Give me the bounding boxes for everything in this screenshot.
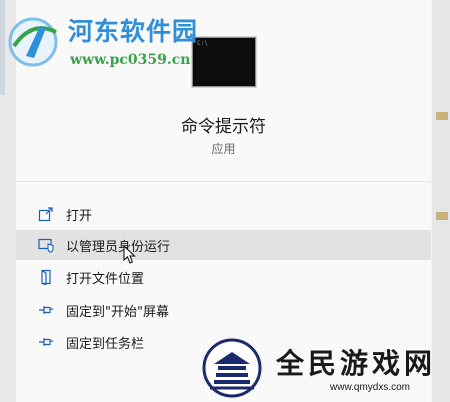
app-title: 命令提示符 xyxy=(181,117,266,137)
pin-icon xyxy=(36,300,56,320)
open-icon xyxy=(36,204,56,224)
watermark-url: www.pc0359.cn xyxy=(70,52,191,68)
watermark-bottom: 全民游戏网 www.qmydxs.com xyxy=(198,334,450,402)
divider xyxy=(16,181,431,182)
menu-item-open-file-location[interactable]: 打开文件位置 xyxy=(16,262,431,292)
background-window-bar xyxy=(0,0,5,95)
menu-item-run-as-admin[interactable]: 以管理员身份运行 xyxy=(16,230,431,260)
watermark-url: www.qmydxs.com xyxy=(330,382,411,393)
run-as-admin-icon xyxy=(36,235,56,255)
menu-item-pin-to-start[interactable]: 固定到"开始"屏幕 xyxy=(16,295,431,325)
file-location-icon xyxy=(36,267,56,287)
site-logo-icon xyxy=(202,338,262,398)
watermark-top: 河东软件园 www.pc0359.cn xyxy=(6,10,216,70)
background-thumbnail xyxy=(436,212,448,220)
menu-item-label: 固定到"开始"屏幕 xyxy=(66,304,169,320)
menu-item-label: 以管理员身份运行 xyxy=(66,239,171,255)
menu-item-open[interactable]: 打开 xyxy=(16,199,431,229)
background-thumbnail xyxy=(436,112,448,120)
app-type: 应用 xyxy=(211,142,236,156)
menu-item-label: 打开文件位置 xyxy=(66,271,145,287)
menu-item-label: 固定到任务栏 xyxy=(66,336,145,352)
site-logo-icon xyxy=(8,17,58,67)
watermark-name: 河东软件园 xyxy=(68,17,199,46)
mouse-cursor-icon xyxy=(123,245,136,264)
watermark-name: 全民游戏网 xyxy=(276,347,437,380)
menu-item-label: 打开 xyxy=(66,208,93,224)
pin-icon xyxy=(36,332,56,352)
